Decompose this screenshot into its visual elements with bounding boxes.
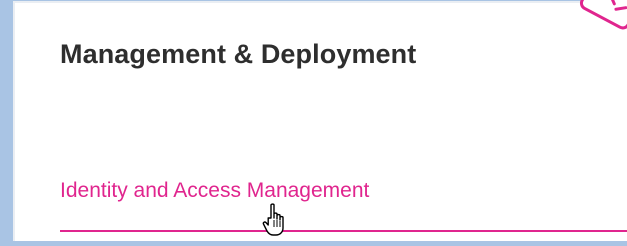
content-card: Management & Deployment Identity and Acc…	[13, 0, 627, 241]
identity-access-management-link[interactable]: Identity and Access Management	[60, 179, 369, 203]
window-background: Management & Deployment Identity and Acc…	[0, 0, 627, 241]
link-underline	[60, 230, 627, 232]
section-title: Management & Deployment	[60, 39, 417, 69]
tag-icon	[567, 0, 627, 59]
hand-cursor-icon	[262, 203, 290, 241]
